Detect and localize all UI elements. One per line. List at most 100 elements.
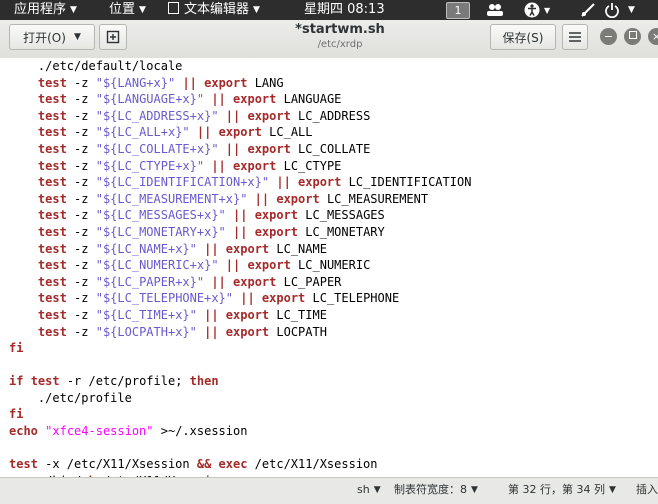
code-line[interactable]: test -z "${LC_ADDRESS+x}" || export LC_A… [9, 108, 471, 125]
code-text: -z [66, 75, 96, 90]
code-line[interactable]: test -z "${LOCPATH+x}" || export LOCPATH [9, 324, 471, 341]
code-token-op: && [196, 457, 212, 472]
code-line[interactable]: test -x /etc/X11/Xsession && exec /etc/X… [9, 456, 471, 473]
open-button[interactable]: 打开(O) ▼ [9, 24, 95, 50]
code-line[interactable]: test -z "${LC_MEASUREMENT+x}" || export … [9, 191, 471, 208]
code-line[interactable]: fi [9, 406, 471, 423]
clock[interactable]: 星期四 08:13 [304, 0, 385, 20]
language-selector[interactable]: sh ▼ [357, 478, 381, 504]
code-text: /etc/X11/Xsession [247, 457, 378, 472]
code-line[interactable]: test -z "${LC_MONETARY+x}" || export LC_… [9, 224, 471, 241]
chevron-down-icon: ▼ [544, 5, 551, 15]
minimize-icon[interactable]: − [600, 28, 617, 45]
code-line[interactable] [9, 440, 471, 457]
code-token-kw: test [37, 125, 67, 140]
save-button[interactable]: 保存(S) [490, 24, 556, 50]
code-token-kw: test [37, 224, 67, 239]
code-text: LC_TIME [269, 307, 327, 322]
cursor-position[interactable]: 第 32 行，第 34 列 ▼ [508, 478, 616, 504]
code-token-kw: test [37, 274, 67, 289]
tab-width-selector[interactable]: 制表符宽度：8 ▼ [394, 478, 478, 504]
code-text: -z [66, 175, 96, 190]
code-line[interactable]: test -z "${LC_CTYPE+x}" || export LC_CTY… [9, 158, 471, 175]
code-token-kw: fi [9, 341, 24, 356]
code-line[interactable] [9, 357, 471, 374]
code-line[interactable]: ./etc/profile [9, 390, 471, 407]
insert-mode-indicator[interactable]: 插入 [636, 478, 658, 504]
code-line[interactable]: test -z "${LC_MESSAGES+x}" || export LC_… [9, 207, 471, 224]
code-token-op: || [233, 224, 248, 239]
maximize-icon[interactable] [624, 28, 641, 45]
code-token-kw: export [247, 141, 291, 156]
code-line[interactable]: ./etc/default/locale [9, 58, 471, 75]
code-token-op: || [233, 208, 248, 223]
save-button-label: 保存(S) [502, 30, 544, 45]
code-line[interactable]: test -z "${LC_PAPER+x}" || export LC_PAP… [9, 274, 471, 291]
code-line[interactable]: test -z "${LC_COLLATE+x}" || export LC_C… [9, 141, 471, 158]
code-line[interactable]: test -z "${LANG+x}" || export LANG [9, 75, 471, 92]
code-token-var: "${LANG+x}" [95, 75, 176, 90]
code-token-op: || [204, 324, 219, 339]
code-token-kw: test [37, 208, 67, 223]
text-editor[interactable]: ./etc/default/locale test -z "${LANG+x}"… [0, 58, 658, 477]
code-token-op: || [182, 75, 197, 90]
code-token-op: || [204, 241, 219, 256]
code-token-kw: test [37, 191, 67, 206]
code-line[interactable]: test -z "${LC_NAME+x}" || export LC_NAME [9, 241, 471, 258]
close-icon[interactable]: × [648, 28, 658, 45]
code-view[interactable]: ./etc/default/locale test -z "${LANG+x}"… [9, 58, 471, 477]
code-line[interactable]: test -z "${LC_TIME+x}" || export LC_TIME [9, 307, 471, 324]
code-token-kw: test [37, 324, 67, 339]
tray-people-icon[interactable] [486, 1, 504, 19]
places-menu[interactable]: 位置 ▼ [109, 0, 146, 20]
active-app-menu[interactable]: 文本编辑器 ▼ [168, 0, 260, 20]
system-menu-chevron-icon[interactable]: ▼ [628, 1, 635, 19]
code-text: -z [66, 224, 96, 239]
code-text: -r /etc/profile; [59, 374, 190, 389]
code-text: -z [66, 191, 96, 206]
new-document-button[interactable] [99, 24, 127, 50]
workspace-indicator[interactable]: 1 [446, 2, 470, 19]
code-line[interactable]: test -z "${LC_NUMERIC+x}" || export LC_N… [9, 257, 471, 274]
hamburger-menu-button[interactable] [562, 24, 588, 50]
code-line[interactable]: test -z "${LC_TELEPHONE+x}" || export LC… [9, 290, 471, 307]
code-line[interactable]: if test -r /etc/profile; then [9, 373, 471, 390]
code-token-kw: export [233, 92, 277, 107]
network-icon[interactable] [581, 1, 595, 19]
code-text: LANGUAGE [276, 92, 342, 107]
code-token-kw: test [37, 258, 67, 273]
code-text: LC_TELEPHONE [305, 291, 400, 306]
applications-menu-label: 应用程序 [14, 2, 67, 17]
code-token-kw: export [218, 125, 262, 140]
code-token-var: "${LC_MEASUREMENT+x}" [95, 191, 248, 206]
code-line[interactable]: echo "xfce4-session" >~/.xsession [9, 423, 471, 440]
code-line[interactable]: fi [9, 340, 471, 357]
code-token-kw: test [37, 291, 67, 306]
code-line[interactable]: test -z "${LC_ALL+x}" || export LC_ALL [9, 124, 471, 141]
code-token-var: "${LC_CTYPE+x}" [95, 158, 205, 173]
code-line[interactable]: test -z "${LC_IDENTIFICATION+x}" || expo… [9, 174, 472, 191]
code-text: LC_MESSAGES [298, 208, 385, 223]
code-text: ./etc/profile [9, 390, 132, 405]
power-icon[interactable] [604, 1, 620, 19]
code-token-kw: export [233, 158, 277, 173]
applications-menu[interactable]: 应用程序 ▼ [14, 0, 77, 20]
code-line[interactable]: test -z "${LANGUAGE+x}" || export LANGUA… [9, 91, 471, 108]
code-text: -z [66, 125, 96, 140]
code-text: ./etc/default/locale [9, 59, 183, 73]
accessibility-icon[interactable]: ▼ [524, 1, 550, 19]
hamburger-menu-icon [569, 32, 581, 42]
code-token-var: "${LC_COLLATE+x}" [95, 141, 219, 156]
